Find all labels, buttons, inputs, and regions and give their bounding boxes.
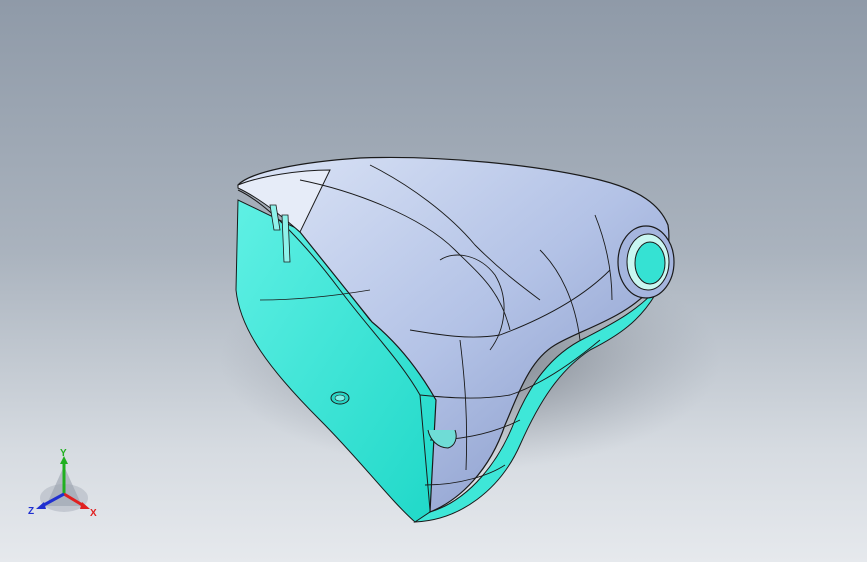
part-model[interactable] [0,0,867,562]
small-hole-inner [334,394,346,402]
z-axis-label: Z [28,506,34,517]
x-axis-label: X [90,508,97,519]
boss-bore [634,241,666,285]
orientation-triad[interactable]: Y X Z [26,448,102,520]
graphics-viewport[interactable]: Y X Z [0,0,867,562]
y-axis-label: Y [60,448,67,459]
